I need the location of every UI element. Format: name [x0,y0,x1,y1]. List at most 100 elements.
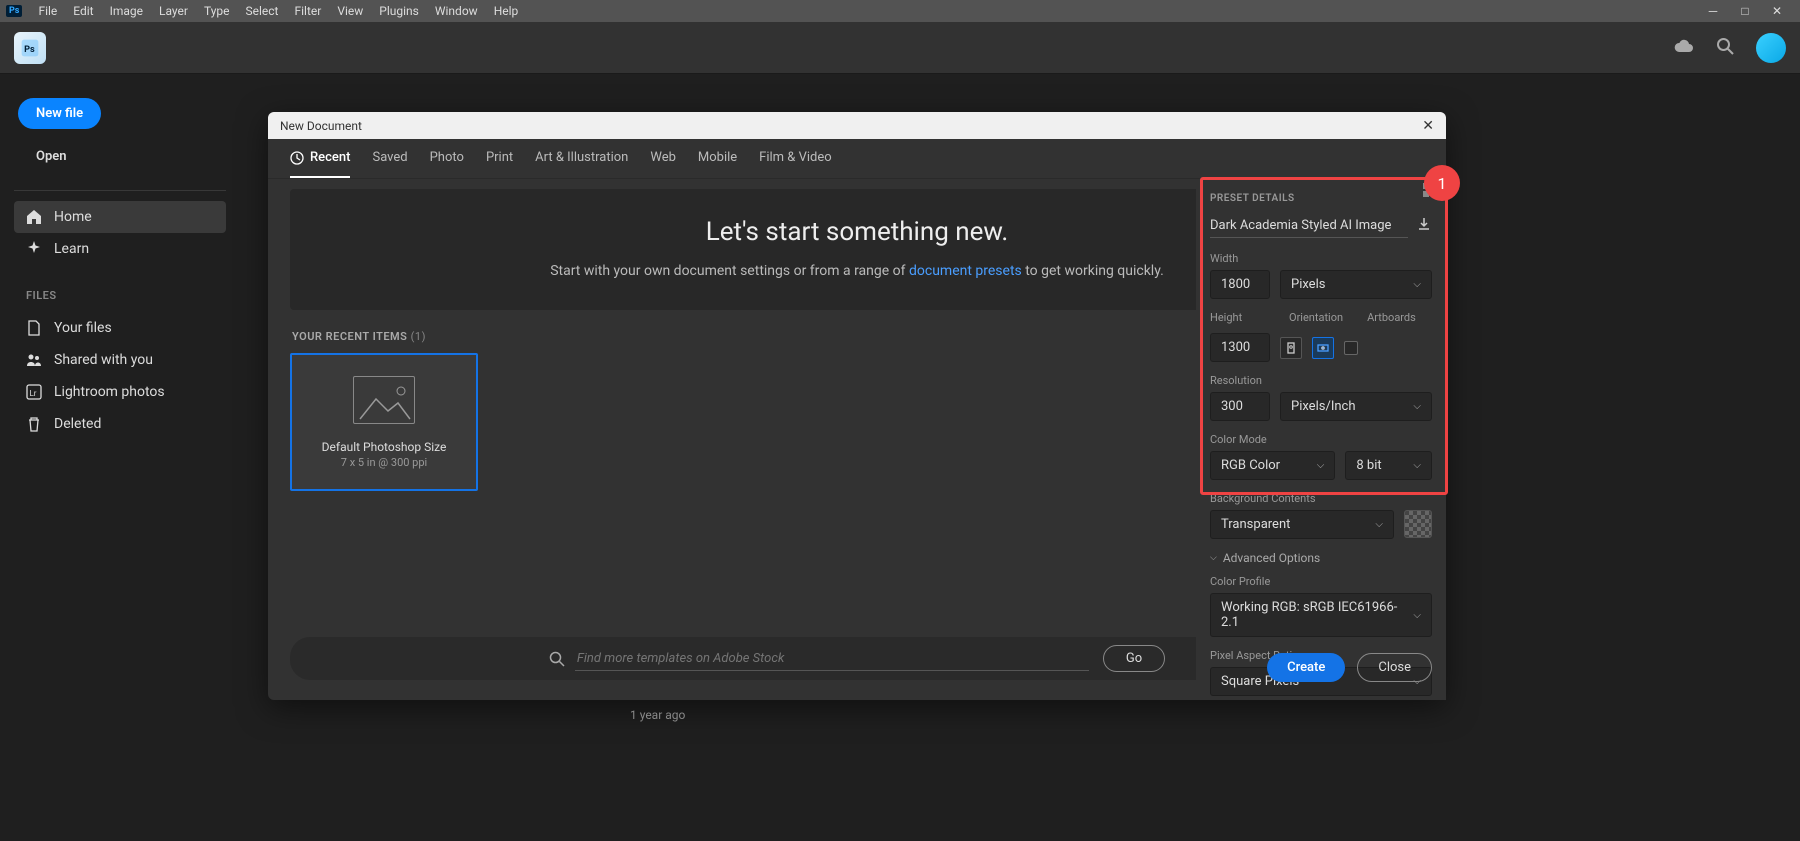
orientation-label: Orientation [1289,311,1343,324]
clock-icon [290,151,304,165]
nav-deleted[interactable]: Deleted [14,408,226,440]
nav-lightroom[interactable]: Lr Lightroom photos [14,376,226,408]
menu-filter[interactable]: Filter [286,4,329,18]
search-icon [549,651,565,667]
stock-search-input[interactable] [575,647,1089,671]
create-button[interactable]: Create [1267,653,1345,682]
menu-view[interactable]: View [329,4,371,18]
open-button[interactable]: Open [18,141,85,172]
width-unit-select[interactable]: Pixels⌵ [1280,270,1432,299]
photoshop-logo-icon: Ps [14,32,46,64]
chevron-down-icon: ⌵ [1375,519,1383,530]
preset-thumbnail-icon [353,376,415,424]
menu-edit[interactable]: Edit [65,4,101,18]
user-avatar[interactable] [1756,33,1786,63]
lightroom-icon: Lr [26,384,42,400]
dialog-tabs: Recent Saved Photo Print Art & Illustrat… [268,139,1446,179]
menu-image[interactable]: Image [102,4,151,18]
bg-color-swatch[interactable] [1404,510,1432,538]
width-label: Width [1210,252,1432,265]
dialog-titlebar: New Document ✕ [268,112,1446,139]
advanced-options-toggle[interactable]: ⌵Advanced Options [1210,551,1432,565]
tab-recent[interactable]: Recent [290,139,350,178]
resolution-unit-select[interactable]: Pixels/Inch⌵ [1280,392,1432,421]
width-input[interactable] [1210,270,1270,299]
new-file-button[interactable]: New file [18,98,101,129]
bit-depth-select[interactable]: 8 bit⌵ [1345,451,1432,480]
dialog-titlebar-close-icon[interactable]: ✕ [1422,118,1434,134]
menu-select[interactable]: Select [238,4,287,18]
height-label: Height [1210,311,1265,324]
ps-badge: Ps [6,5,22,17]
window-maximize-icon[interactable]: □ [1738,4,1752,18]
color-mode-label: Color Mode [1210,433,1432,446]
window-close-icon[interactable]: ✕ [1770,4,1784,18]
resolution-label: Resolution [1210,374,1432,387]
menu-layer[interactable]: Layer [151,4,196,18]
nav-your-files[interactable]: Your files [14,312,226,344]
artboards-checkbox[interactable] [1344,341,1358,355]
bg-contents-label: Background Contents [1210,492,1432,505]
tab-film[interactable]: Film & Video [759,139,832,178]
nav-learn[interactable]: Learn [14,233,226,265]
timestamp-text: 1 year ago [630,708,685,722]
nav-deleted-label: Deleted [54,416,101,432]
app-toolbar: Ps [0,22,1800,74]
divider [14,190,226,191]
menu-type[interactable]: Type [196,4,238,18]
preset-details-label: PRESET DETAILS [1210,193,1432,204]
file-icon [26,320,42,336]
recent-preset-card[interactable]: Default Photoshop Size 7 x 5 in @ 300 pp… [290,353,478,491]
resolution-input[interactable] [1210,392,1270,421]
tab-print[interactable]: Print [486,139,513,178]
svg-text:Lr: Lr [30,389,37,398]
preset-card-dim: 7 x 5 in @ 300 ppi [341,456,427,469]
tab-photo[interactable]: Photo [430,139,464,178]
chevron-down-icon: ⌵ [1317,460,1325,471]
color-profile-select[interactable]: Working RGB: sRGB IEC61966-2.1⌵ [1210,593,1432,637]
preset-name-input[interactable] [1210,214,1408,238]
nav-learn-label: Learn [54,241,89,257]
preset-details-panel: 1 PRESET DETAILS Width Pixels⌵ Height Or… [1196,179,1446,700]
search-icon[interactable] [1716,37,1734,59]
stock-go-button[interactable]: Go [1103,645,1165,672]
dialog-title-text: New Document [280,119,362,133]
svg-text:Ps: Ps [24,45,35,55]
window-minimize-icon[interactable]: ─ [1706,4,1720,18]
chevron-down-icon: ⌵ [1413,279,1421,290]
menu-window[interactable]: Window [427,4,486,18]
preset-card-name: Default Photoshop Size [322,440,447,454]
close-button[interactable]: Close [1357,653,1432,682]
sparkle-icon [26,241,42,257]
tab-web[interactable]: Web [650,139,676,178]
document-presets-link[interactable]: document presets [909,263,1022,279]
menu-bar: Ps File Edit Image Layer Type Select Fil… [0,0,1800,22]
nav-shared-label: Shared with you [54,352,153,368]
artboards-label: Artboards [1367,311,1416,324]
tab-art[interactable]: Art & Illustration [535,139,628,178]
tab-saved[interactable]: Saved [372,139,407,178]
tab-mobile[interactable]: Mobile [698,139,737,178]
nav-shared[interactable]: Shared with you [14,344,226,376]
trash-icon [26,416,42,432]
left-sidebar: New file Open Home Learn FILES Your file… [0,74,240,841]
orientation-landscape-button[interactable] [1312,337,1334,359]
menu-file[interactable]: File [30,4,65,18]
cloud-icon[interactable] [1674,38,1694,57]
color-profile-label: Color Profile [1210,575,1432,588]
new-document-dialog: New Document ✕ Recent Saved Photo Print … [268,112,1446,700]
nav-home[interactable]: Home [14,201,226,233]
orientation-portrait-button[interactable] [1280,337,1302,359]
home-icon [26,209,42,225]
chevron-down-icon: ⌵ [1413,460,1421,471]
nav-your-files-label: Your files [54,320,112,336]
annotation-badge: 1 [1424,165,1460,201]
menu-plugins[interactable]: Plugins [371,4,427,18]
menu-help[interactable]: Help [486,4,527,18]
color-mode-select[interactable]: RGB Color⌵ [1210,451,1335,480]
files-section-label: FILES [26,289,226,302]
height-input[interactable] [1210,333,1270,362]
bg-contents-select[interactable]: Transparent⌵ [1210,510,1394,539]
save-preset-icon[interactable] [1416,216,1432,236]
chevron-down-icon: ⌵ [1413,401,1421,412]
